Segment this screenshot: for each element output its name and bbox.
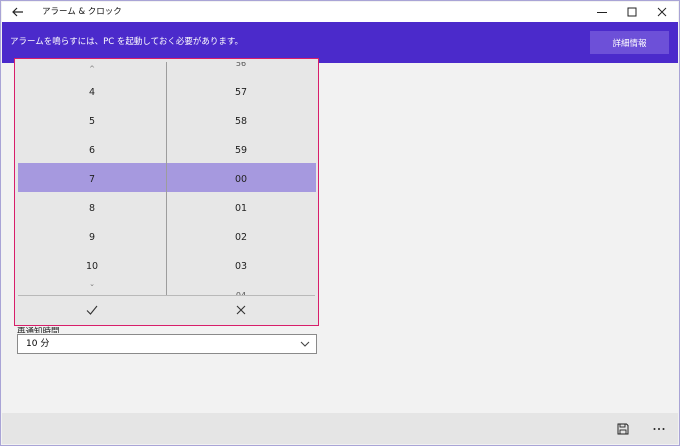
save-icon — [617, 423, 629, 434]
hour-item[interactable]: 8 — [18, 194, 166, 223]
hour-column[interactable]: ^ 4 5 6 7 8 9 10 ⌄ — [18, 62, 166, 295]
snooze-label: 再通知時間 — [17, 327, 60, 333]
minute-item[interactable]: 03 — [167, 252, 314, 281]
details-button[interactable]: 詳細情報 — [590, 31, 669, 54]
hour-item[interactable]: 9 — [18, 223, 166, 252]
bottom-app-bar — [2, 413, 678, 444]
checkmark-icon — [86, 305, 98, 315]
title-bar: アラーム & クロック — [2, 2, 678, 22]
minute-item[interactable]: 56 — [167, 62, 314, 78]
hour-item[interactable]: 6 — [18, 136, 166, 165]
minute-item[interactable]: 59 — [167, 136, 314, 165]
back-button[interactable] — [6, 2, 30, 22]
minute-item[interactable]: 04 — [167, 281, 314, 295]
hour-item[interactable]: 5 — [18, 107, 166, 136]
close-button[interactable] — [647, 2, 677, 22]
banner-message: アラームを鳴らすには、PC を起動しておく必要があります。 — [10, 37, 243, 47]
snooze-dropdown[interactable]: 10 分 — [17, 334, 317, 354]
maximize-button[interactable] — [617, 2, 647, 22]
hour-item[interactable]: 4 — [18, 78, 166, 107]
save-button[interactable] — [608, 413, 638, 444]
app-window: アラーム & クロック アラームを鳴らすには、PC を起動しておく必要があります… — [0, 0, 680, 446]
minute-item[interactable]: 01 — [167, 194, 314, 223]
accept-button[interactable] — [18, 296, 166, 323]
dismiss-button[interactable] — [167, 296, 315, 323]
maximize-icon — [627, 7, 637, 17]
minute-item-selected[interactable]: 00 — [167, 165, 314, 194]
minimize-button[interactable] — [587, 2, 617, 22]
hour-item-selected[interactable]: 7 — [18, 165, 166, 194]
minute-item[interactable]: 02 — [167, 223, 314, 252]
close-icon — [236, 305, 246, 314]
back-arrow-icon — [12, 7, 23, 17]
more-icon — [653, 427, 665, 430]
more-button[interactable] — [644, 413, 674, 444]
column-divider — [166, 62, 167, 295]
window-title: アラーム & クロック — [42, 7, 122, 17]
scroll-up-icon[interactable]: ^ — [18, 65, 166, 73]
picker-footer — [18, 295, 315, 323]
power-warning-banner: アラームを鳴らすには、PC を起動しておく必要があります。 詳細情報 — [2, 22, 678, 63]
chevron-down-icon — [300, 341, 310, 347]
time-picker-flyout: ^ 4 5 6 7 8 9 10 ⌄ 56 57 58 59 00 01 02 … — [14, 58, 319, 326]
scroll-down-icon[interactable]: ⌄ — [18, 280, 166, 288]
minute-item[interactable]: 58 — [167, 107, 314, 136]
hour-item[interactable]: 10 — [18, 252, 166, 281]
minimize-icon — [597, 12, 607, 13]
minute-item[interactable]: 57 — [167, 78, 314, 107]
minute-column[interactable]: 56 57 58 59 00 01 02 03 04 — [167, 62, 314, 295]
close-icon — [657, 7, 667, 17]
snooze-value: 10 分 — [26, 339, 50, 349]
